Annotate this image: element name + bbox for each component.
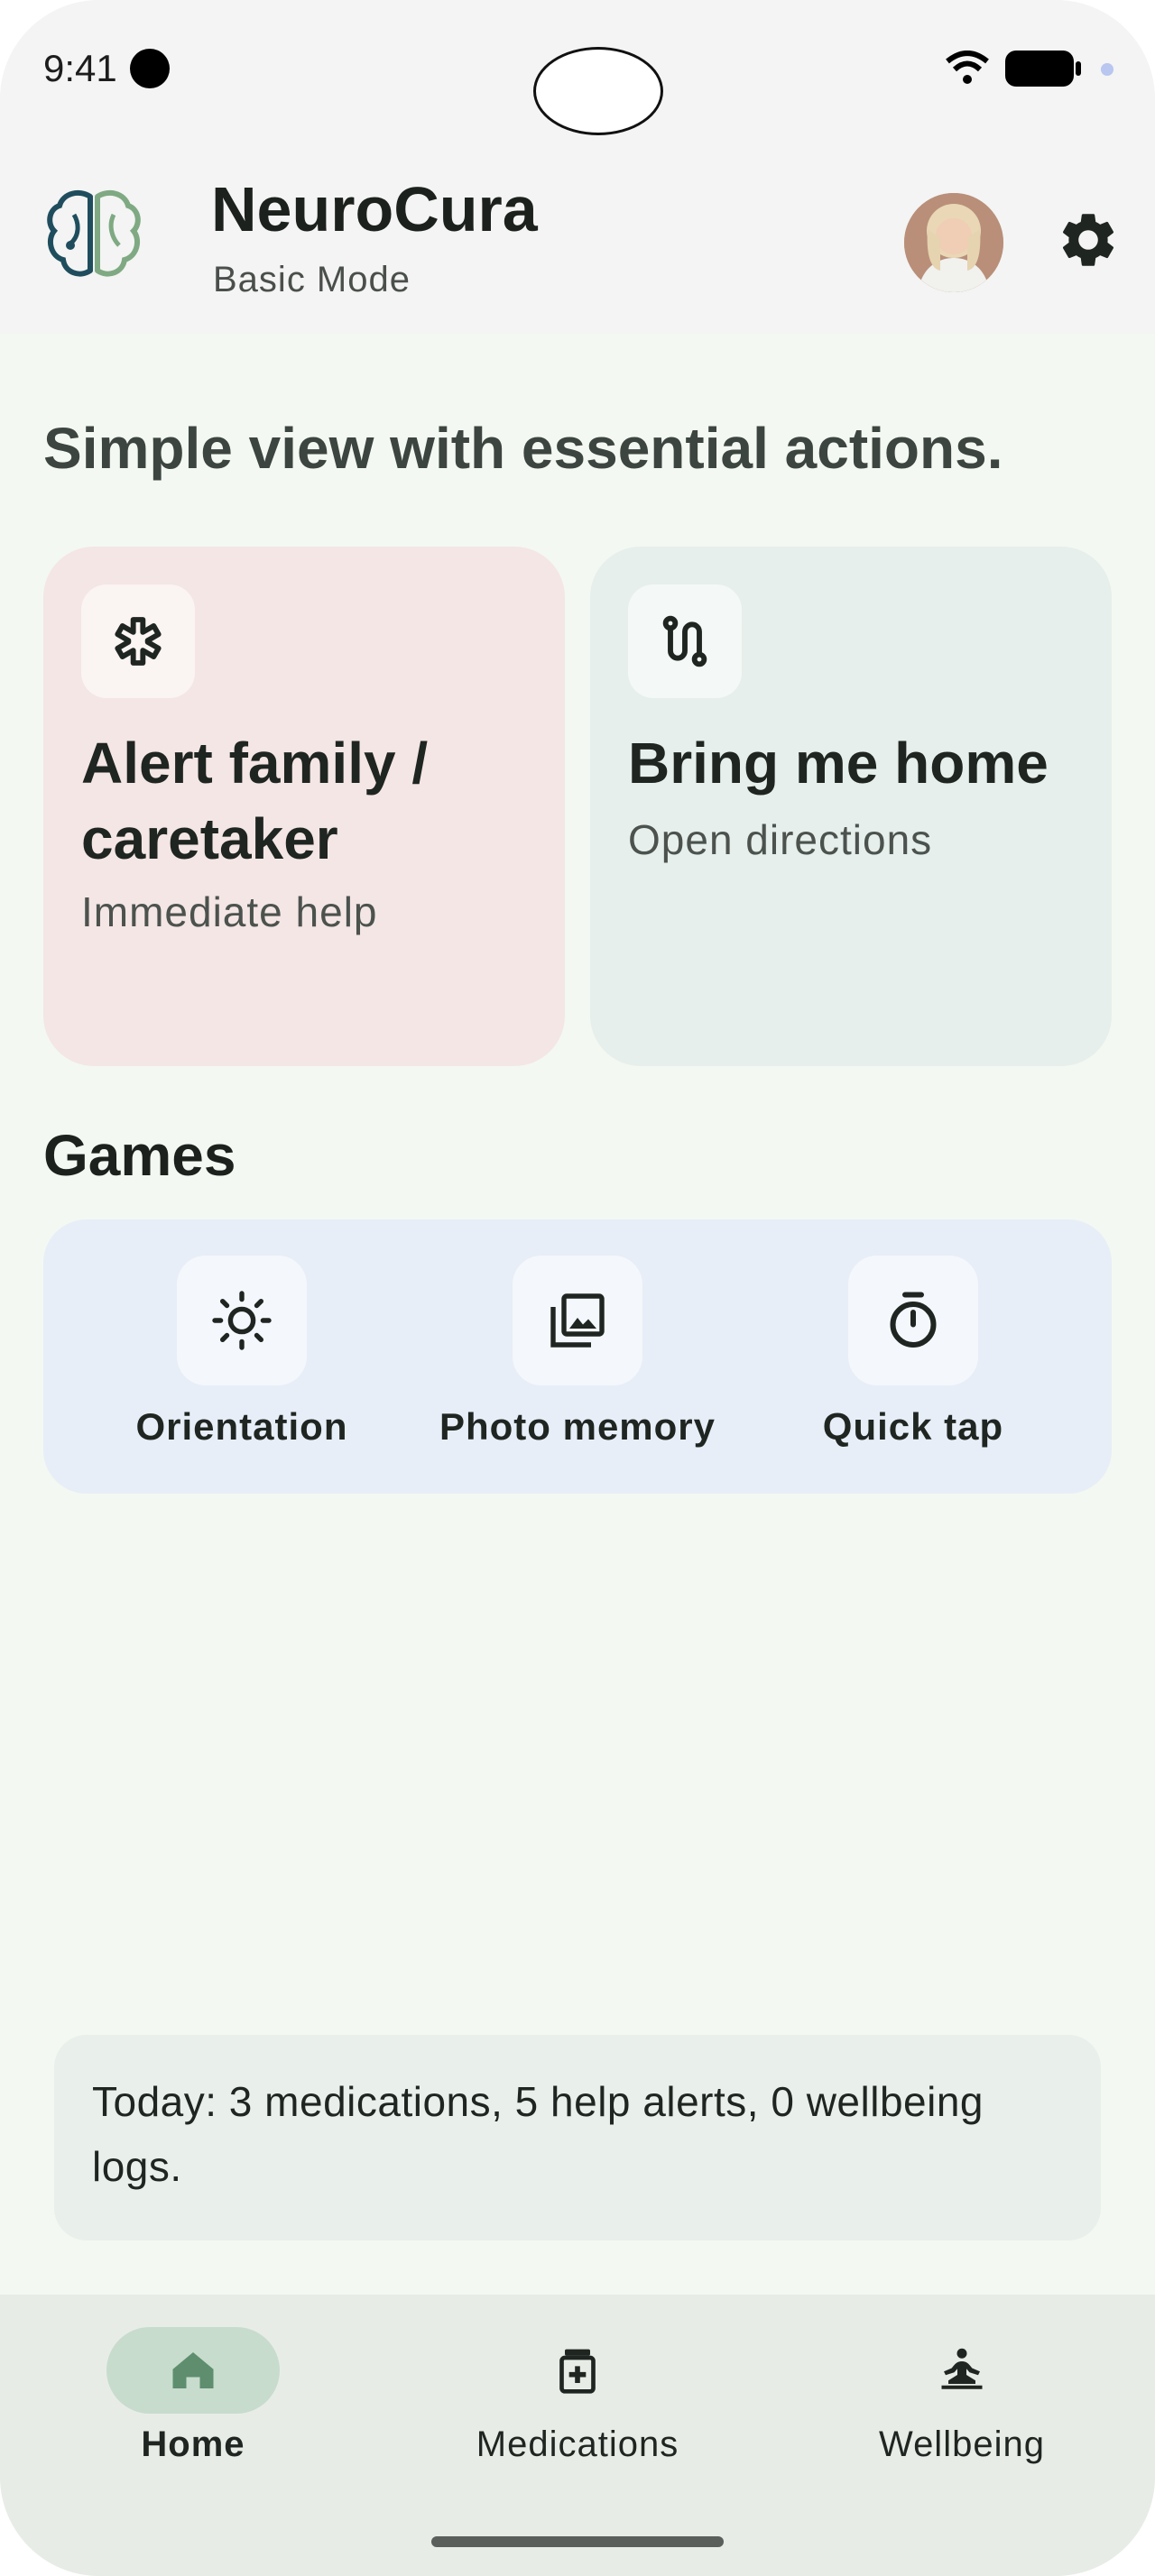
meditation-icon — [941, 2348, 983, 2389]
medication-icon — [559, 2349, 596, 2394]
game-photo-memory[interactable]: Photo memory — [424, 1256, 731, 1449]
nav-indicator — [491, 2327, 664, 2414]
sun-icon — [212, 1291, 272, 1350]
home-indicator-handle[interactable] — [431, 2536, 724, 2547]
games-section-title: Games — [43, 1123, 236, 1188]
card-icon-box — [628, 584, 742, 698]
photo-library-icon — [550, 1293, 605, 1348]
game-orientation[interactable]: Orientation — [88, 1256, 395, 1449]
card-icon-box — [81, 584, 195, 698]
game-icon-box — [848, 1256, 978, 1385]
nav-wellbeing[interactable]: Wellbeing — [827, 2327, 1097, 2465]
nav-label: Home — [141, 2424, 245, 2464]
card-title: Bring me home — [628, 731, 1049, 796]
games-panel: Orientation Photo memory Quick tap — [43, 1219, 1112, 1494]
battery-icon — [1005, 51, 1081, 87]
wifi-icon — [946, 51, 989, 84]
privacy-indicator — [1101, 63, 1113, 76]
nav-indicator — [875, 2327, 1049, 2414]
game-label: Photo memory — [439, 1405, 716, 1448]
alert-family-card[interactable]: Alert family / caretaker Immediate help — [43, 547, 565, 1066]
mode-label: Basic Mode — [213, 260, 411, 299]
game-icon-box — [177, 1256, 307, 1385]
card-title: Alert family / caretaker — [81, 731, 429, 871]
bring-me-home-card[interactable]: Bring me home Open directions — [590, 547, 1112, 1066]
bottom-navigation: Home Medications Wellbeing — [0, 2295, 1155, 2576]
app-title: NeuroCura — [211, 174, 538, 244]
nav-home[interactable]: Home — [58, 2327, 328, 2465]
status-time: 9:41 — [43, 47, 117, 89]
nav-label: Wellbeing — [879, 2424, 1045, 2464]
card-subtitle: Immediate help — [81, 888, 378, 935]
gear-icon[interactable] — [1056, 207, 1121, 272]
nav-indicator — [106, 2327, 280, 2414]
home-icon — [172, 2352, 214, 2388]
status-indicator — [130, 49, 170, 88]
timer-icon — [890, 1292, 937, 1348]
asterisk-icon — [115, 617, 162, 666]
phone-screen: 9:41 NeuroCura Basic Mode Simple view wi… — [0, 0, 1155, 2576]
game-label: Orientation — [135, 1405, 348, 1448]
avatar[interactable] — [904, 193, 1003, 292]
today-summary: Today: 3 medications, 5 help alerts, 0 w… — [54, 2035, 1101, 2240]
front-camera — [533, 47, 663, 135]
page-lead-text: Simple view with essential actions. — [43, 416, 1003, 481]
route-icon — [662, 615, 707, 667]
nav-medications[interactable]: Medications — [442, 2327, 713, 2465]
game-icon-box — [513, 1256, 642, 1385]
app-header: 9:41 NeuroCura Basic Mode — [0, 0, 1155, 334]
game-quick-tap[interactable]: Quick tap — [760, 1256, 1067, 1449]
brain-logo-icon — [47, 189, 141, 277]
nav-label: Medications — [476, 2424, 679, 2464]
avatar-photo — [904, 193, 1003, 292]
card-subtitle: Open directions — [628, 816, 933, 863]
game-label: Quick tap — [822, 1405, 1004, 1448]
